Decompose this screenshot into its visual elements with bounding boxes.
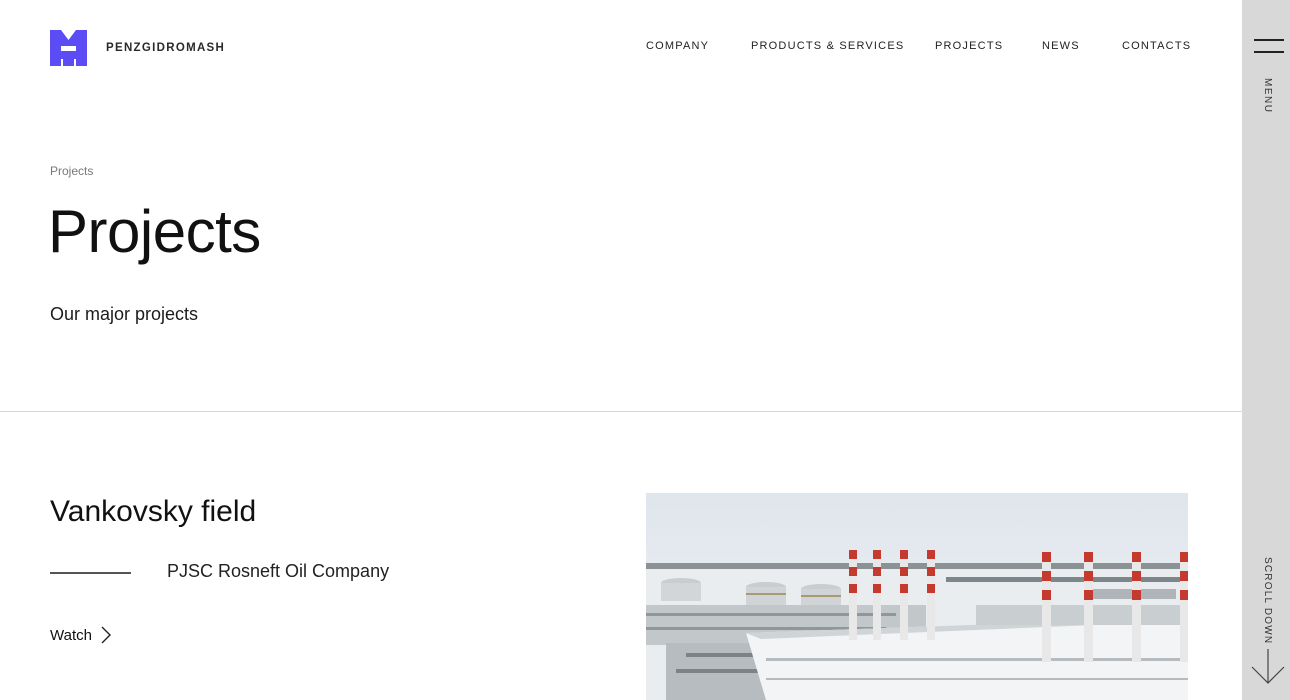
industrial-plant-photo-icon xyxy=(646,493,1188,700)
breadcrumb: Projects xyxy=(50,164,94,178)
page-subtitle: Our major projects xyxy=(50,304,199,324)
main-content: PENZGIDROMASH COMPANY PRODUCTS & SERVICE… xyxy=(0,0,1242,700)
section-divider xyxy=(0,411,1242,412)
nav-item-contacts[interactable]: CONTACTS xyxy=(1122,40,1191,52)
project-name: Vankovsky field xyxy=(50,495,257,528)
project-client: PJSC Rosneft Oil Company xyxy=(167,561,390,581)
scroll-down-button[interactable]: SCROLL DOWN xyxy=(1242,555,1290,695)
nav-item-news[interactable]: NEWS xyxy=(1042,40,1080,52)
arrow-down-icon xyxy=(1251,649,1285,684)
nav-item-company[interactable]: COMPANY xyxy=(646,40,709,52)
side-panel: MENU SCROLL DOWN xyxy=(1242,0,1290,700)
project-photo[interactable] xyxy=(646,493,1188,700)
watch-label: Watch xyxy=(50,626,92,644)
nav-item-projects[interactable]: PROJECTS xyxy=(935,40,1003,52)
site-header: PENZGIDROMASH COMPANY PRODUCTS & SERVICE… xyxy=(0,0,1242,95)
chevron-right-icon xyxy=(101,626,111,644)
menu-button[interactable]: MENU xyxy=(1242,28,1290,118)
scroll-down-label: SCROLL DOWN xyxy=(1262,557,1273,645)
watch-link[interactable]: Watch xyxy=(50,625,112,645)
hamburger-icon xyxy=(1254,39,1284,53)
nav-item-products-services[interactable]: PRODUCTS & SERVICES xyxy=(751,40,904,52)
page-title: Projects xyxy=(48,198,261,265)
main-nav: COMPANY PRODUCTS & SERVICES PROJECTS NEW… xyxy=(0,40,1242,56)
client-divider-line xyxy=(50,572,131,574)
menu-label: MENU xyxy=(1262,78,1273,114)
